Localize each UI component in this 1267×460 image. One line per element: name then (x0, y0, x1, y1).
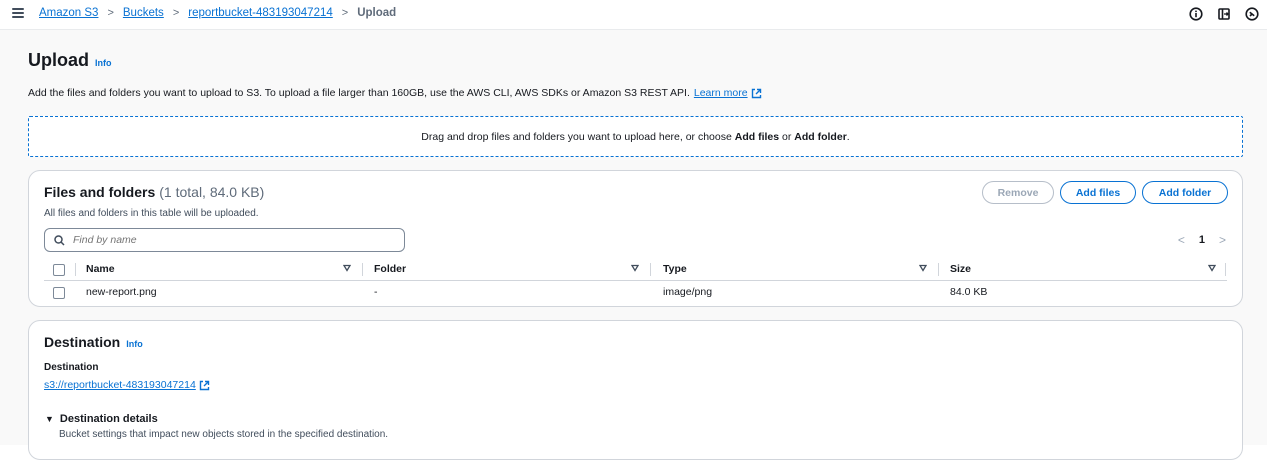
hamburger-menu-icon[interactable] (12, 8, 24, 20)
top-navigation-bar: Amazon S3 > Buckets > reportbucket-48319… (0, 0, 1267, 30)
dropzone-suffix: . (846, 130, 850, 143)
description-text: Add the files and folders you want to up… (28, 87, 690, 99)
breadcrumb-amazon-s3[interactable]: Amazon S3 (39, 7, 98, 19)
sort-caret-icon[interactable] (1208, 264, 1216, 272)
caret-down-icon: ▼ (45, 414, 54, 424)
cell-size: 84.0 KB (950, 286, 988, 298)
breadcrumb-bucket[interactable]: reportbucket-483193047214 (188, 7, 333, 19)
add-files-button[interactable]: Add files (1060, 181, 1136, 204)
column-divider (650, 263, 651, 276)
column-header-type[interactable]: Type (663, 263, 687, 275)
pagination: < 1 > (1178, 233, 1226, 247)
sort-caret-icon[interactable] (631, 264, 639, 272)
destination-link[interactable]: s3://reportbucket-483193047214 (44, 379, 210, 391)
info-circle-icon[interactable] (1189, 7, 1203, 21)
page-header: Upload Info (28, 50, 112, 71)
search-field[interactable] (44, 228, 405, 252)
top-icon-group (1189, 7, 1259, 21)
column-header-name[interactable]: Name (86, 263, 115, 275)
chevron-right-icon[interactable]: > (1219, 233, 1226, 247)
page-description: Add the files and folders you want to up… (28, 87, 762, 99)
add-folder-button[interactable]: Add folder (1142, 181, 1228, 204)
table-header: Name Folder Type Size (44, 259, 1227, 281)
row-checkbox[interactable] (53, 287, 65, 299)
chevron-right-icon: > (341, 7, 349, 19)
destination-details-toggle[interactable]: ▼ Destination details (45, 413, 158, 425)
column-divider (75, 263, 76, 276)
learn-more-link[interactable]: Learn more (694, 87, 748, 99)
exit-panel-icon[interactable] (1217, 7, 1231, 21)
files-panel-heading: Files and folders (44, 184, 156, 200)
sort-caret-icon[interactable] (919, 264, 927, 272)
page-title: Upload (28, 50, 89, 70)
breadcrumb-current: Upload (357, 7, 397, 19)
sort-caret-icon[interactable] (343, 264, 351, 272)
destination-panel: Destination Info Destination s3://report… (28, 320, 1243, 460)
external-link-icon (751, 88, 761, 98)
files-panel-subtitle: All files and folders in this table will… (44, 208, 259, 219)
search-icon (54, 234, 65, 246)
destination-details-description: Bucket settings that impact new objects … (59, 429, 389, 440)
cell-name: new-report.png (86, 286, 157, 298)
chevron-left-icon[interactable]: < (1178, 233, 1185, 247)
external-link-icon (199, 380, 209, 390)
destination-url[interactable]: s3://reportbucket-483193047214 (44, 379, 196, 391)
destination-label: Destination (44, 362, 99, 373)
column-header-folder[interactable]: Folder (374, 263, 406, 275)
cell-type: image/png (663, 286, 713, 298)
settings-circle-icon[interactable] (1245, 7, 1259, 21)
dropzone-add-folder: Add folder (794, 130, 847, 143)
column-divider (1225, 263, 1226, 276)
files-count: (1 total, 84.0 KB) (159, 184, 265, 200)
column-divider (938, 263, 939, 276)
info-link[interactable]: Info (95, 58, 112, 68)
dropzone-or: or (782, 130, 792, 143)
column-divider (362, 263, 363, 276)
destination-title: Destination (44, 334, 121, 350)
cell-folder: - (374, 286, 378, 298)
upload-dropzone[interactable]: Drag and drop files and folders you want… (28, 116, 1243, 157)
table-row[interactable]: new-report.png - image/png 84.0 KB (44, 282, 1227, 304)
destination-details-title: Destination details (59, 413, 158, 425)
chevron-right-icon: > (172, 7, 180, 19)
dropzone-text: Drag and drop files and folders you want… (421, 130, 732, 143)
destination-header: Destination Info (44, 334, 143, 350)
page-number[interactable]: 1 (1199, 234, 1205, 246)
remove-button[interactable]: Remove (982, 181, 1054, 204)
breadcrumb: Amazon S3 > Buckets > reportbucket-48319… (39, 7, 396, 19)
breadcrumb-buckets[interactable]: Buckets (123, 7, 164, 19)
chevron-right-icon: > (107, 7, 114, 19)
destination-info-link[interactable]: Info (126, 339, 143, 349)
dropzone-add-files: Add files (734, 130, 780, 143)
column-header-size[interactable]: Size (950, 263, 971, 275)
files-and-folders-panel: Files and folders (1 total, 84.0 KB) All… (28, 170, 1243, 307)
select-all-checkbox[interactable] (53, 264, 65, 276)
files-panel-title: Files and folders (1 total, 84.0 KB) (44, 184, 264, 200)
main-content: Upload Info Add the files and folders yo… (0, 30, 1267, 460)
search-input[interactable] (73, 234, 373, 246)
